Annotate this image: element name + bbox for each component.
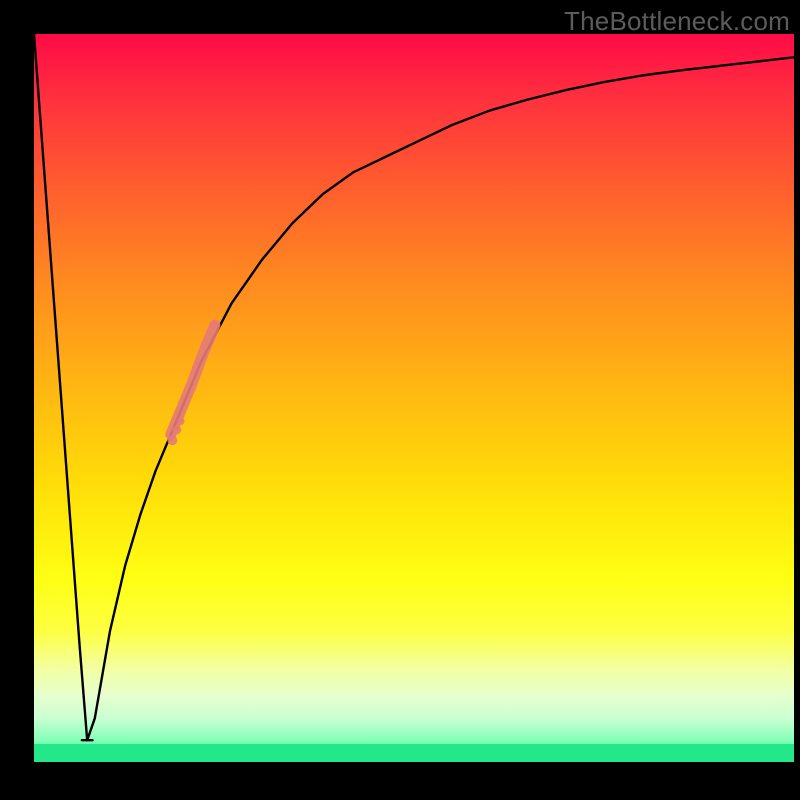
highlight-dot xyxy=(167,435,177,445)
highlight-stroke xyxy=(171,325,215,434)
curve-layer xyxy=(34,34,794,762)
highlight-dot xyxy=(172,426,181,435)
highlight-dot xyxy=(177,418,185,426)
highlight-segment xyxy=(167,325,215,445)
bottleneck-curve xyxy=(34,34,794,740)
watermark-text: TheBottleneck.com xyxy=(564,6,790,37)
plot-area xyxy=(34,34,794,762)
chart-frame: TheBottleneck.com xyxy=(0,0,800,800)
